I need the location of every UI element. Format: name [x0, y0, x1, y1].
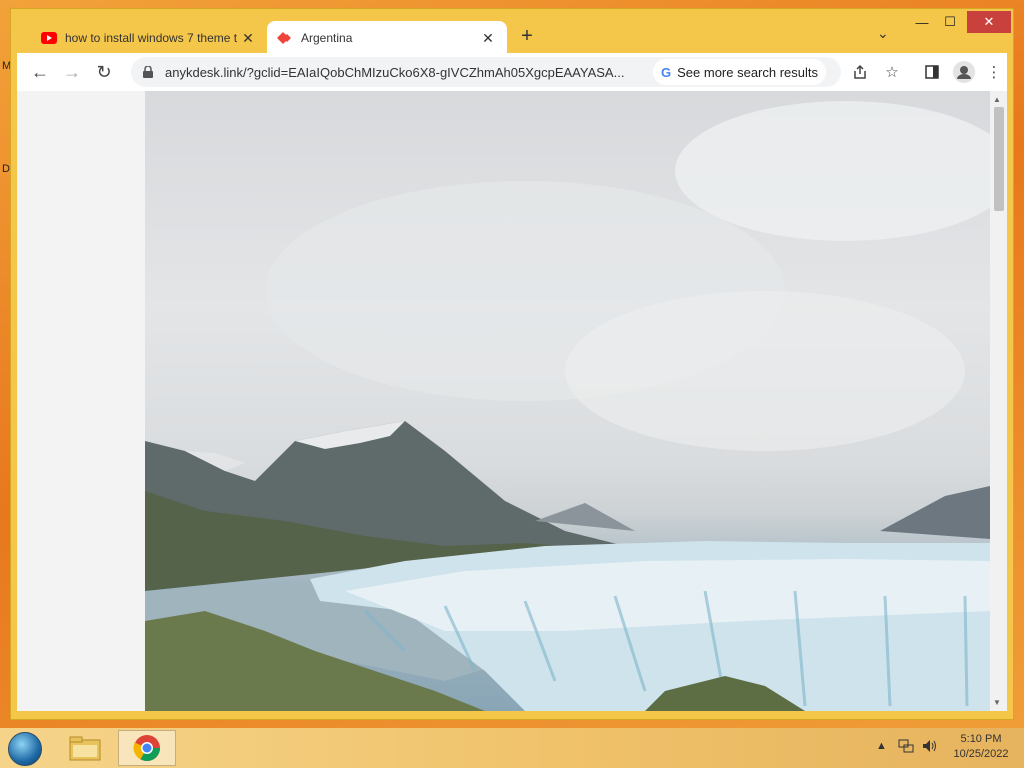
forward-arrow-icon[interactable]: →	[59, 59, 85, 85]
chrome-icon[interactable]	[118, 730, 176, 766]
side-panel-icon[interactable]	[919, 59, 945, 85]
clock-time: 5:10 PM	[960, 733, 1002, 745]
clock-date: 10/25/2022	[953, 748, 1009, 760]
profile-avatar-icon[interactable]	[951, 59, 977, 85]
page-viewport: ▲ ▼	[17, 91, 1007, 711]
search-more-results-chip[interactable]: G See more search results	[653, 59, 827, 85]
tab-close-icon[interactable]: ✕	[479, 30, 497, 47]
show-hidden-icons-arrow-icon[interactable]: ▲	[876, 740, 887, 752]
volume-icon[interactable]	[922, 738, 938, 757]
bookmark-star-icon[interactable]: ☆	[879, 59, 905, 85]
browser-window: how to install windows 7 theme t ✕ Argen…	[10, 8, 1014, 720]
maximize-button[interactable]: ☐	[935, 11, 965, 33]
youtube-icon	[41, 30, 57, 46]
glacier-landscape-image	[145, 91, 990, 711]
tab-argentina[interactable]: Argentina ✕	[267, 21, 507, 55]
scroll-up-arrow-icon[interactable]: ▲	[993, 95, 1001, 104]
desktop-icon-label-d: D	[2, 163, 10, 175]
google-icon: G	[661, 64, 672, 80]
back-arrow-icon[interactable]: ←	[27, 59, 53, 85]
system-clock[interactable]: 5:10 PM 10/25/2022	[946, 732, 1016, 762]
tab-youtube[interactable]: how to install windows 7 theme t ✕	[31, 21, 267, 55]
browser-toolbar: ← → ↻ anykdesk.link/?gclid=EAIaIQobChMIz…	[17, 53, 1007, 91]
tab-strip: how to install windows 7 theme t ✕ Argen…	[11, 9, 1013, 55]
new-tab-button[interactable]: +	[515, 25, 539, 48]
tab-title: how to install windows 7 theme t	[65, 31, 238, 45]
reload-icon[interactable]: ↻	[91, 59, 117, 85]
taskbar: ▲ 5:10 PM 10/25/2022	[0, 728, 1024, 768]
scroll-down-arrow-icon[interactable]: ▼	[993, 698, 1001, 707]
file-explorer-icon[interactable]	[56, 730, 114, 766]
minimize-button[interactable]: —	[907, 11, 937, 33]
lock-icon	[143, 66, 157, 78]
share-icon[interactable]	[847, 59, 873, 85]
anydesk-icon	[277, 30, 293, 46]
start-button[interactable]	[8, 732, 42, 766]
address-bar[interactable]: anykdesk.link/?gclid=EAIaIQobChMIzuCko6X…	[131, 57, 841, 87]
tab-search-icon[interactable]: ⌄	[877, 25, 889, 42]
tab-title: Argentina	[301, 31, 353, 45]
scrollbar-thumb[interactable]	[994, 107, 1004, 211]
network-icon[interactable]	[898, 738, 914, 757]
search-chip-label: See more search results	[677, 64, 819, 80]
tab-close-icon[interactable]: ✕	[239, 30, 257, 47]
vertical-scrollbar[interactable]: ▲ ▼	[990, 91, 1007, 711]
url-text: anykdesk.link/?gclid=EAIaIQobChMIzuCko6X…	[165, 64, 625, 80]
close-window-button[interactable]: ✕	[967, 11, 1011, 33]
menu-kebab-icon[interactable]: ⋮	[981, 59, 1007, 85]
